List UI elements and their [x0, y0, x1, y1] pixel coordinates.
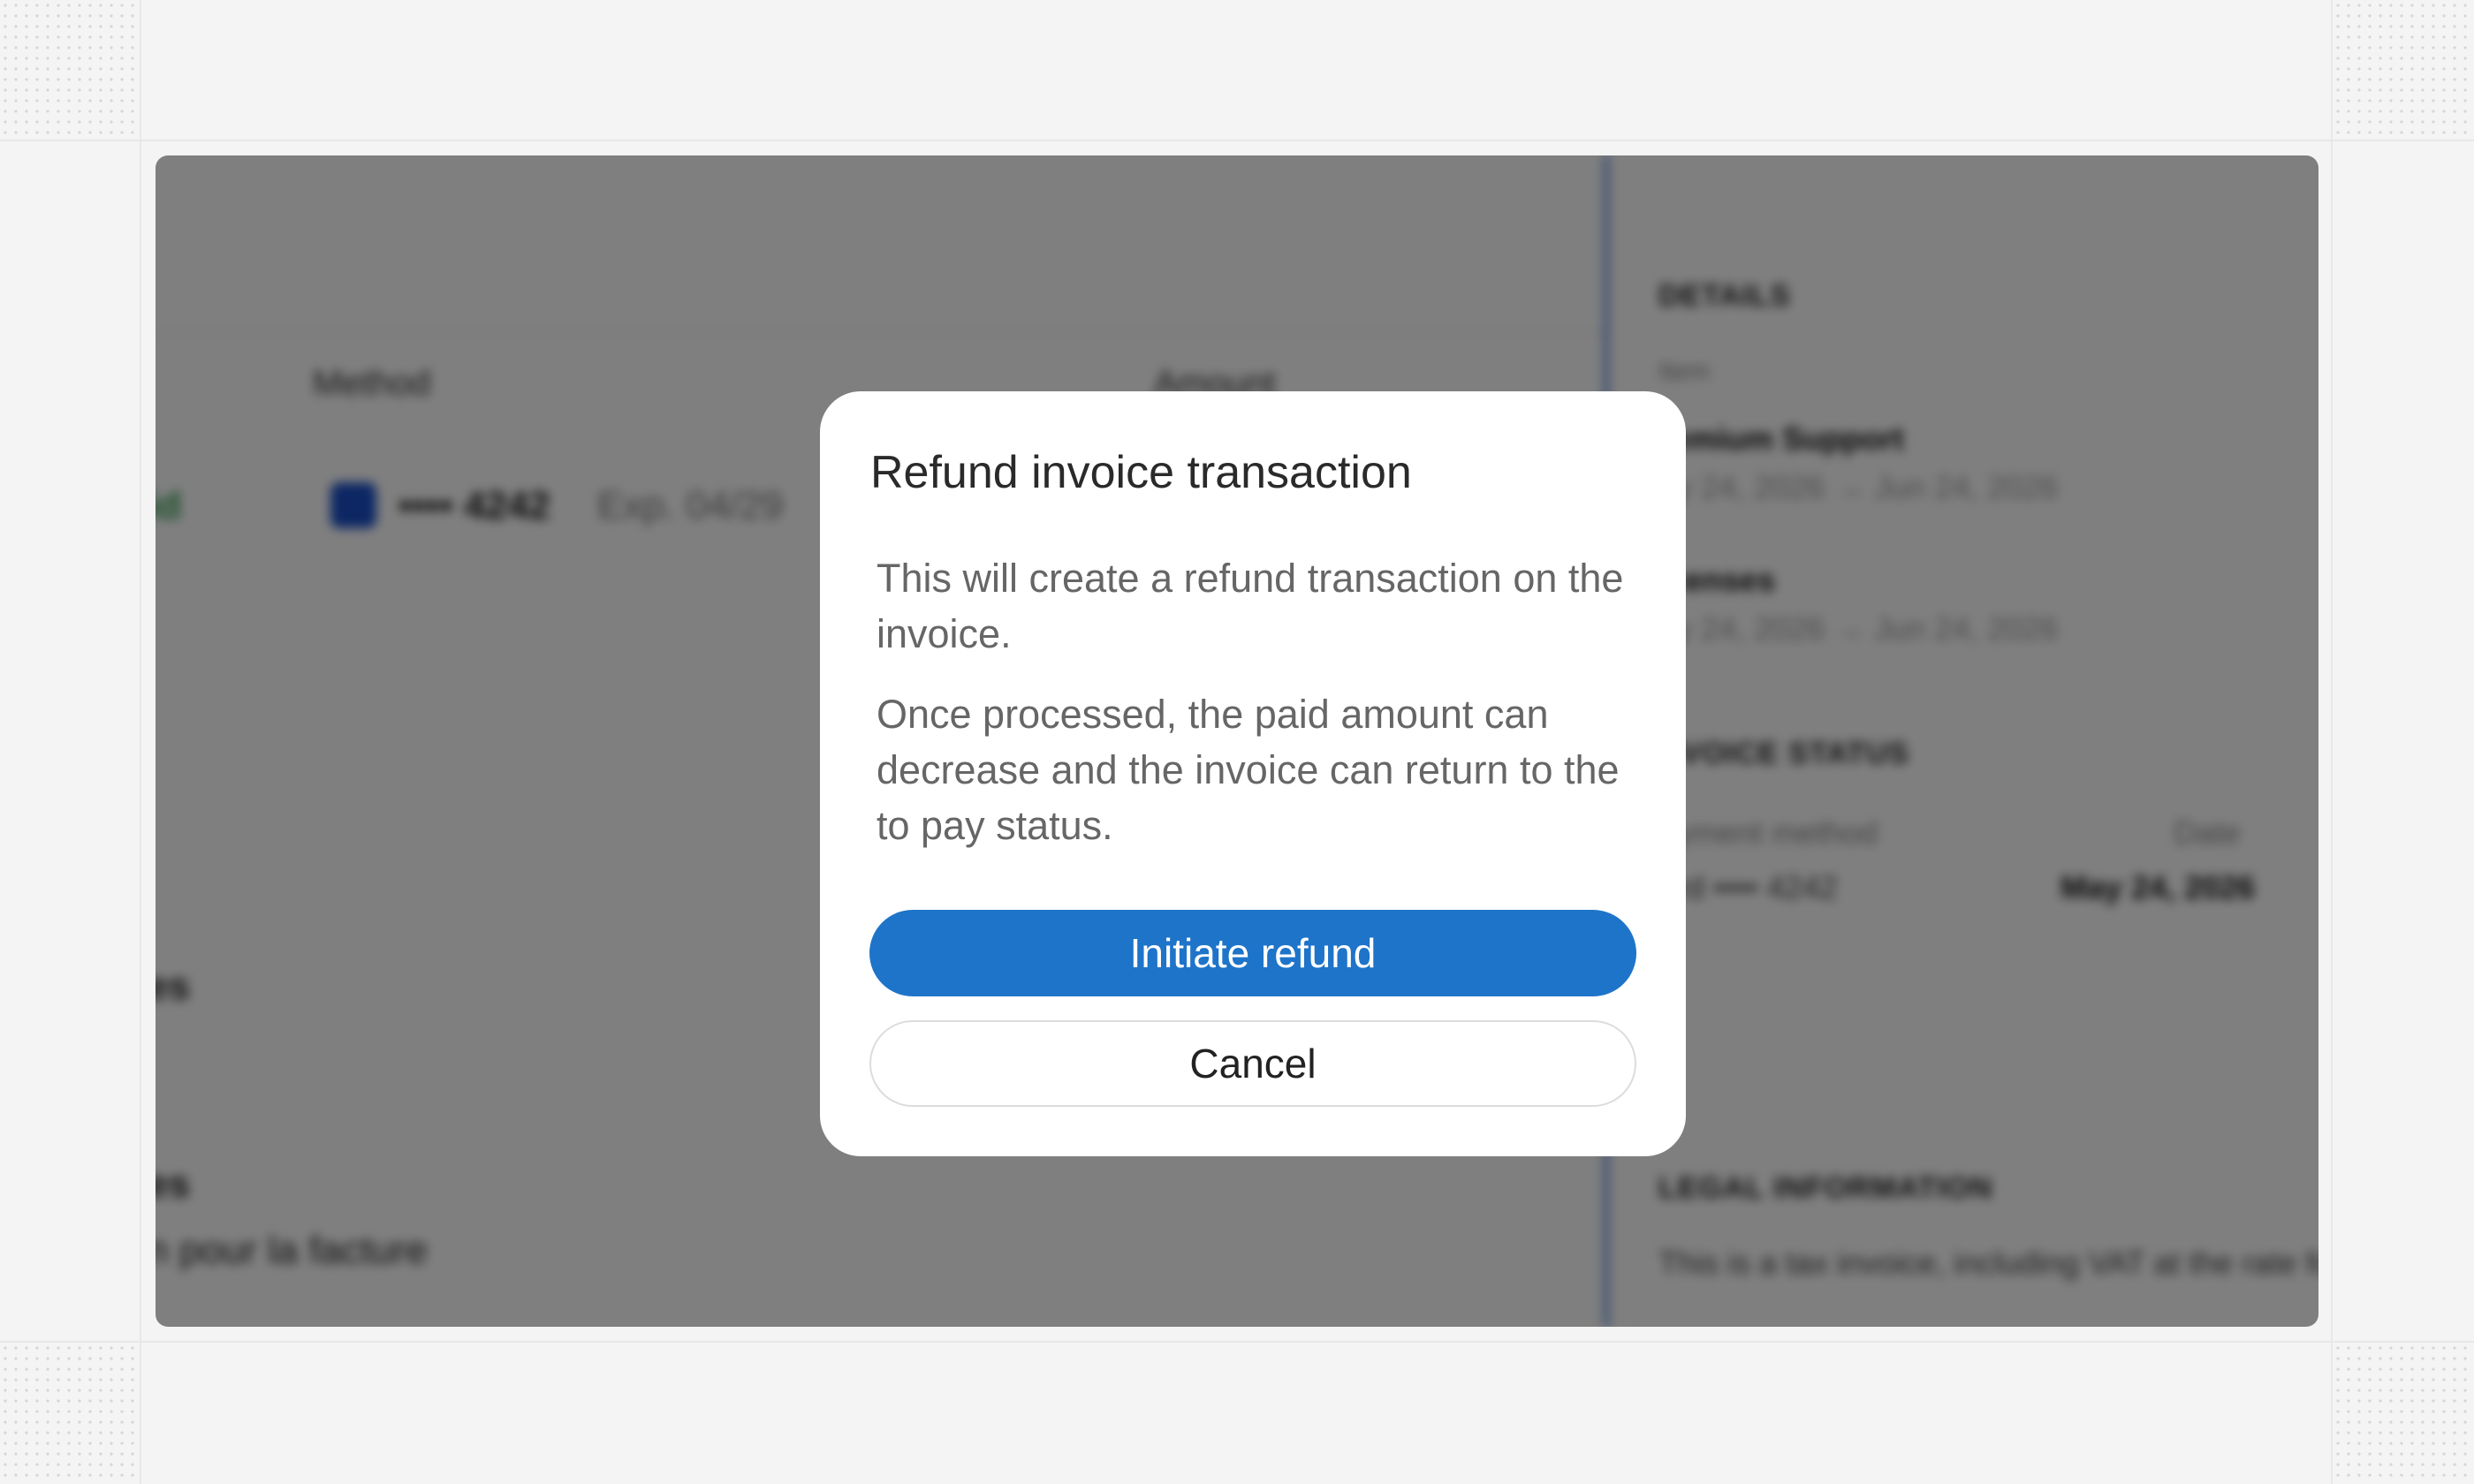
dialog-title: Refund invoice transaction — [870, 447, 1412, 498]
corner-dots — [2333, 0, 2474, 141]
initiate-refund-button[interactable]: Initiate refund — [869, 910, 1636, 996]
dialog-description: Once processed, the paid amount can decr… — [877, 692, 1620, 848]
corner-dots — [2333, 1343, 2474, 1484]
cancel-button[interactable]: Cancel — [869, 1020, 1636, 1107]
page: Method Amount id •••• 4242 Exp. 04/29 es… — [0, 0, 2474, 1484]
frame-line — [2331, 0, 2333, 1484]
frame-line — [0, 1341, 2474, 1343]
corner-dots — [0, 0, 141, 141]
dialog-description: This will create a refund transaction on… — [877, 556, 1624, 656]
corner-dots — [0, 1343, 141, 1484]
frame-line — [140, 0, 141, 1484]
frame-line — [0, 140, 2474, 141]
refund-dialog: Refund invoice transaction This will cre… — [820, 391, 1686, 1156]
